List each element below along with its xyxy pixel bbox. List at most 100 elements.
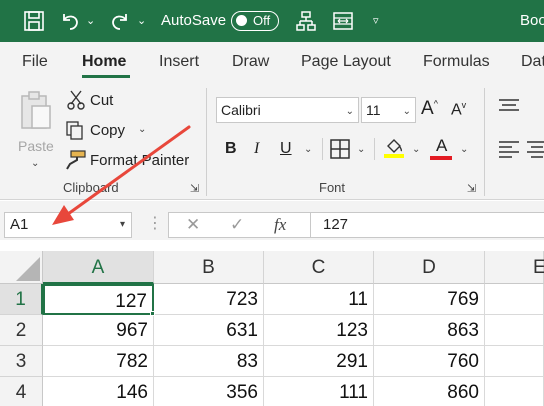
fill-handle[interactable] — [150, 311, 155, 316]
borders-icon[interactable] — [330, 139, 350, 159]
underline-icon[interactable]: U — [280, 140, 292, 158]
font-name-dropdown-icon: ⌄ — [345, 106, 354, 117]
ribbon-divider — [206, 88, 207, 196]
cell-a3[interactable]: 782 — [43, 346, 154, 377]
bold-icon[interactable]: B — [225, 140, 237, 158]
decrease-font-size-icon[interactable]: Av — [451, 100, 466, 119]
font-color-icon[interactable]: A — [436, 136, 447, 156]
enter-icon[interactable]: ✓ — [230, 212, 244, 238]
paste-dropdown-icon[interactable]: ⌄ — [31, 158, 39, 169]
row-header[interactable]: 3 — [0, 346, 43, 377]
font-size-dropdown-icon: ⌄ — [402, 106, 411, 117]
font-divider — [322, 138, 323, 160]
tab-file[interactable]: File — [22, 42, 48, 82]
title-bar: ⌄ ⌄ AutoSave Off ▿ Boo — [0, 0, 544, 42]
name-box-value: A1 — [10, 216, 29, 233]
column-header-b[interactable]: B — [154, 251, 264, 284]
cell-b3[interactable]: 83 — [154, 346, 264, 377]
cell-a1[interactable]: 127 — [43, 284, 154, 315]
cell-d2[interactable]: 863 — [374, 315, 485, 346]
font-group-label: Font — [319, 180, 346, 195]
font-size-select[interactable]: 11 ⌄ — [361, 97, 416, 123]
cell-c2[interactable]: 123 — [264, 315, 374, 346]
fill-color-icon[interactable] — [383, 137, 405, 159]
insert-function-icon[interactable]: fx — [274, 212, 286, 238]
format-painter-button[interactable]: Format Painter — [90, 152, 189, 169]
clipboard-launcher-icon[interactable]: ⇲ — [190, 182, 199, 195]
undo-dropdown-icon[interactable]: ⌄ — [86, 0, 95, 42]
toggle-knob — [236, 15, 247, 26]
sheet-fit-icon[interactable] — [331, 9, 355, 33]
active-tab-indicator — [82, 75, 130, 78]
name-box-dropdown-icon: ▾ — [119, 219, 125, 230]
cell-e1[interactable] — [485, 284, 544, 315]
clipboard-group-label: Clipboard — [63, 180, 119, 195]
align-left-icon[interactable] — [498, 140, 520, 158]
font-size-value: 11 — [366, 102, 381, 118]
cell-a2[interactable]: 967 — [43, 315, 154, 346]
customize-qat-icon[interactable]: ▿ — [373, 0, 379, 42]
paste-label: Paste — [18, 138, 54, 154]
align-top-icon[interactable] — [498, 98, 520, 116]
cancel-icon[interactable]: ✕ — [186, 212, 200, 238]
cell-d4[interactable]: 860 — [374, 377, 485, 406]
column-header-a[interactable]: A — [43, 251, 154, 284]
name-box[interactable]: A1 ▾ — [4, 212, 132, 238]
font-color-swatch — [430, 156, 452, 160]
cell-d1[interactable]: 769 — [374, 284, 485, 315]
cell-c3[interactable]: 291 — [264, 346, 374, 377]
autosave-label: AutoSave — [161, 12, 227, 29]
copy-dropdown-icon[interactable]: ⌄ — [138, 124, 146, 135]
select-all-icon — [16, 257, 40, 281]
undo-icon[interactable] — [58, 9, 82, 33]
formula-input[interactable]: 127 — [310, 212, 544, 238]
fill-color-dropdown-icon[interactable]: ⌄ — [412, 144, 420, 155]
tab-formulas[interactable]: Formulas — [423, 42, 490, 82]
cell-b4[interactable]: 356 — [154, 377, 264, 406]
copy-button[interactable]: Copy — [90, 122, 125, 139]
paste-button[interactable]: Paste ⌄ — [14, 88, 58, 169]
cell-e3[interactable] — [485, 346, 544, 377]
formula-bar-grip-icon[interactable]: ⋮ — [147, 213, 163, 235]
cell-c1[interactable]: 11 — [264, 284, 374, 315]
increase-font-size-icon[interactable]: A^ — [421, 98, 438, 120]
font-launcher-icon[interactable]: ⇲ — [467, 182, 476, 195]
org-chart-icon[interactable] — [294, 9, 318, 33]
cut-button[interactable]: Cut — [90, 92, 113, 109]
autosave-toggle[interactable]: Off — [231, 11, 279, 31]
cell-c4[interactable]: 111 — [264, 377, 374, 406]
row-header[interactable]: 4 — [0, 377, 43, 406]
tab-draw[interactable]: Draw — [232, 42, 269, 82]
row-header[interactable]: 2 — [0, 315, 43, 346]
tab-data[interactable]: Dat — [521, 42, 544, 82]
cut-icon — [67, 90, 85, 110]
autosave-state: Off — [253, 13, 271, 28]
tab-page-layout[interactable]: Page Layout — [301, 42, 391, 82]
save-icon[interactable] — [22, 9, 46, 33]
row-header[interactable]: 1 — [0, 284, 43, 315]
select-all-button[interactable] — [0, 251, 43, 284]
font-color-dropdown-icon[interactable]: ⌄ — [460, 144, 468, 155]
cell-d3[interactable]: 760 — [374, 346, 485, 377]
cell-b1[interactable]: 723 — [154, 284, 264, 315]
column-header-c[interactable]: C — [264, 251, 374, 284]
cell-b2[interactable]: 631 — [154, 315, 264, 346]
borders-dropdown-icon[interactable]: ⌄ — [357, 144, 365, 155]
underline-dropdown-icon[interactable]: ⌄ — [304, 144, 312, 155]
column-header-e[interactable]: E — [485, 251, 544, 284]
font-name-select[interactable]: Calibri ⌄ — [216, 97, 359, 123]
paste-icon — [21, 91, 51, 129]
ribbon-tabs: File Home Insert Draw Page Layout Formul… — [0, 42, 544, 82]
copy-icon — [66, 121, 83, 140]
cell-a4[interactable]: 146 — [43, 377, 154, 406]
italic-icon[interactable]: I — [254, 140, 259, 158]
align-center-icon[interactable] — [526, 140, 544, 158]
redo-dropdown-icon[interactable]: ⌄ — [137, 0, 146, 42]
tab-insert[interactable]: Insert — [159, 42, 199, 82]
formula-bar: A1 ▾ ⋮ ✕ ✓ fx 127 — [0, 201, 544, 240]
cell-e2[interactable] — [485, 315, 544, 346]
format-painter-icon — [66, 150, 86, 170]
redo-icon[interactable] — [108, 9, 132, 33]
cell-e4[interactable] — [485, 377, 544, 406]
column-header-d[interactable]: D — [374, 251, 485, 284]
